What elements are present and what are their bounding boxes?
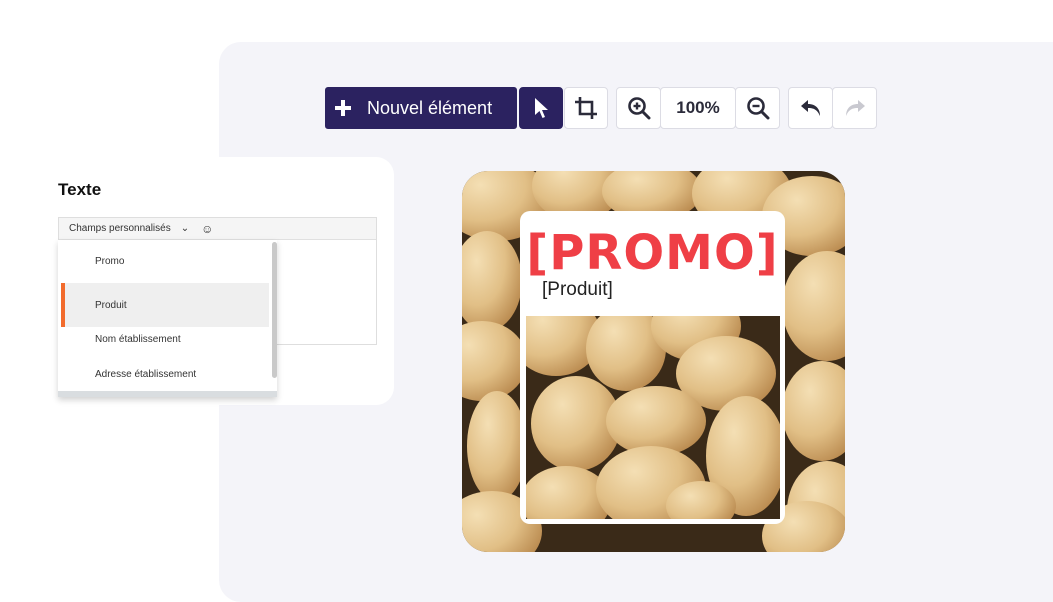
crop-tool-button[interactable] — [564, 87, 608, 129]
menu-scrollbar[interactable] — [272, 242, 277, 378]
potato-shape — [782, 251, 845, 361]
promo-text[interactable]: [PROMO] — [520, 225, 785, 281]
menu-item-label: Produit — [95, 299, 127, 311]
plus-icon — [335, 100, 351, 116]
potato-shape — [462, 321, 527, 401]
menu-footer — [58, 391, 277, 397]
editor-toolbar-bar: Champs personnalisés ⌄ ☺ — [59, 218, 376, 240]
product-image[interactable] — [526, 316, 780, 519]
zoom-in-button[interactable] — [616, 87, 661, 129]
zoom-out-icon — [746, 97, 769, 120]
potato-shape — [462, 231, 522, 331]
zoom-level-display: 100% — [660, 87, 736, 129]
product-text[interactable]: [Produit] — [542, 279, 613, 301]
potato-shape — [782, 361, 845, 461]
zoom-value: 100% — [676, 98, 720, 117]
zoom-in-icon — [627, 97, 650, 120]
menu-item-adresse-etablissement[interactable]: Adresse établissement — [61, 353, 269, 395]
redo-icon — [845, 100, 865, 116]
zoom-out-button[interactable] — [735, 87, 780, 129]
undo-icon — [800, 100, 820, 116]
custom-fields-menu: Promo Produit Nom établissement Adresse … — [58, 240, 277, 397]
cursor-icon — [535, 98, 548, 118]
menu-item-promo[interactable]: Promo — [61, 240, 269, 282]
redo-button[interactable] — [832, 87, 877, 129]
new-element-button[interactable]: Nouvel élément — [325, 87, 517, 129]
menu-item-label: Adresse établissement — [95, 368, 197, 380]
undo-button[interactable] — [788, 87, 833, 129]
chevron-down-icon[interactable]: ⌄ — [181, 223, 189, 234]
panel-title: Texte — [58, 180, 102, 199]
custom-fields-dropdown[interactable]: Champs personnalisés — [69, 223, 171, 234]
potato-shape — [467, 391, 527, 501]
crop-icon — [575, 97, 597, 119]
menu-item-label: Nom établissement — [95, 333, 181, 345]
menu-item-label: Promo — [95, 255, 125, 267]
new-element-label: Nouvel élément — [367, 97, 493, 118]
select-tool-button[interactable] — [519, 87, 563, 129]
emoji-icon[interactable]: ☺ — [201, 222, 213, 236]
